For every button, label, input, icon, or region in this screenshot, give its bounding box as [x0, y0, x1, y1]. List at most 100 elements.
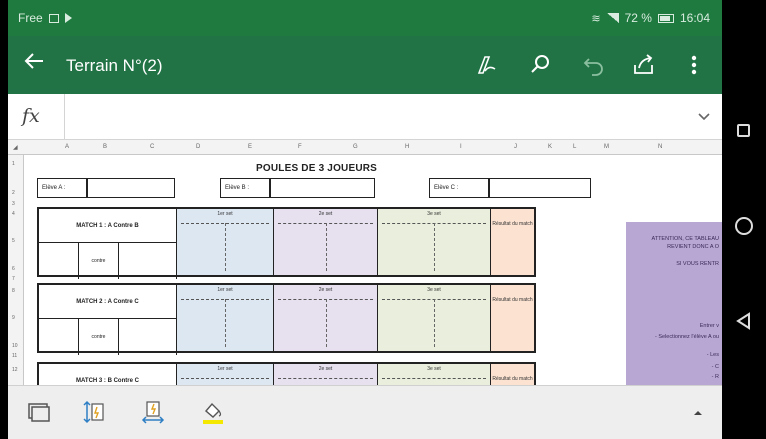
- notice-line: REVIENT DONC A O: [667, 244, 719, 250]
- notice-line: SI VOUS RENTR: [676, 261, 719, 267]
- set-2-cell[interactable]: 2e set: [274, 364, 378, 385]
- score-cell[interactable]: [39, 319, 79, 355]
- result-cell[interactable]: Résultat du match: [491, 364, 534, 385]
- chevron-down-icon[interactable]: [696, 108, 712, 124]
- row-header[interactable]: 2: [12, 190, 15, 196]
- score-cell[interactable]: [39, 243, 79, 279]
- set-header: 3e set: [427, 287, 441, 293]
- column-header[interactable]: H: [405, 144, 409, 150]
- back-triangle-icon[interactable]: [735, 312, 751, 330]
- eleve-c-field[interactable]: Elève C :: [429, 178, 591, 198]
- set-header: 1er set: [217, 366, 233, 372]
- match-1-block: MATCH 1 : A Contre B contre 1er set 2e s…: [37, 207, 536, 279]
- notice-line: Entrer v: [699, 323, 719, 329]
- spreadsheet-grid[interactable]: ◢ A B C D E F G H I J K L M N 1 2 3 4 5 …: [8, 140, 722, 385]
- formula-separator: [64, 94, 65, 140]
- excel-screen: Free ≋ 72 % 16:04 Terrain N°(2) fx ◢ A B…: [8, 0, 722, 439]
- column-header[interactable]: N: [658, 144, 662, 150]
- set-3-cell[interactable]: 3e set: [378, 285, 491, 351]
- result-cell[interactable]: Résultat du match: [491, 209, 534, 275]
- column-headers: ◢ A B C D E F G H I J K L M N: [8, 140, 722, 155]
- contre-label: contre: [79, 243, 119, 279]
- column-header[interactable]: D: [196, 144, 200, 150]
- set-header: 3e set: [427, 366, 441, 372]
- column-header[interactable]: E: [248, 144, 252, 150]
- column-header[interactable]: G: [353, 144, 358, 150]
- row-header[interactable]: 1: [12, 161, 15, 167]
- formula-input[interactable]: [72, 94, 672, 140]
- status-bar: Free ≋ 72 % 16:04: [8, 0, 722, 36]
- row-header[interactable]: 10: [12, 343, 18, 349]
- column-header[interactable]: C: [150, 144, 154, 150]
- notice-line: - C: [711, 364, 719, 370]
- search-icon[interactable]: [526, 51, 554, 79]
- fill-color-icon[interactable]: [200, 399, 226, 425]
- set-2-cell[interactable]: 2e set: [274, 209, 378, 275]
- battery-percent: 72 %: [624, 11, 652, 25]
- eleve-b-field[interactable]: Elève B :: [220, 178, 375, 198]
- column-header[interactable]: A: [65, 144, 69, 150]
- notice-line: - R: [711, 374, 719, 380]
- column-header[interactable]: B: [103, 144, 107, 150]
- clock: 16:04: [679, 11, 710, 25]
- undo-icon[interactable]: [580, 51, 608, 79]
- result-cell[interactable]: Résultat du match: [491, 285, 534, 351]
- row-header[interactable]: 12: [12, 367, 18, 373]
- draw-pen-icon[interactable]: [473, 51, 501, 79]
- match-name: MATCH 2 : A Contre C: [39, 285, 177, 319]
- notice-line: - Selectionnez l'élève A ou: [654, 334, 719, 340]
- recents-square-icon[interactable]: [737, 124, 750, 137]
- set-1-cell[interactable]: 1er set: [177, 285, 274, 351]
- notification-icon: [48, 13, 59, 23]
- row-header[interactable]: 7: [12, 276, 15, 282]
- set-header: 1er set: [217, 287, 233, 293]
- set-header: 2e set: [318, 287, 333, 293]
- notice-line: ATTENTION, CE TABLEAU: [651, 236, 719, 242]
- match-name: MATCH 3 : B Contre C: [39, 364, 177, 385]
- row-header[interactable]: 8: [12, 288, 15, 294]
- set-2-cell[interactable]: 2e set: [274, 285, 378, 351]
- app-bar: Terrain N°(2): [8, 36, 722, 94]
- column-header[interactable]: M: [604, 144, 609, 150]
- row-header[interactable]: 5: [12, 238, 15, 244]
- column-header[interactable]: F: [298, 144, 302, 150]
- set-1-cell[interactable]: 1er set: [177, 364, 274, 385]
- sheet-title: POULES DE 3 JOUEURS: [256, 163, 378, 174]
- eleve-a-field[interactable]: Elève A :: [37, 178, 175, 198]
- set-header: 3e set: [427, 211, 441, 217]
- share-icon[interactable]: [630, 51, 658, 79]
- set-header: 2e set: [318, 211, 333, 217]
- set-header: 1er set: [217, 211, 233, 217]
- column-header[interactable]: I: [460, 144, 462, 150]
- set-3-cell[interactable]: 3e set: [378, 209, 491, 275]
- signal-icon: [606, 13, 619, 23]
- column-header[interactable]: L: [573, 144, 576, 150]
- score-cell[interactable]: [119, 243, 177, 279]
- expand-up-icon[interactable]: [692, 406, 704, 418]
- wifi-icon: ≋: [591, 12, 601, 25]
- document-title: Terrain N°(2): [66, 56, 163, 75]
- row-header[interactable]: 6: [12, 266, 15, 272]
- eleve-a-label: Elève A :: [42, 185, 66, 191]
- notice-panel: ATTENTION, CE TABLEAU REVIENT DONC A O S…: [626, 222, 722, 385]
- score-cell[interactable]: [119, 319, 177, 355]
- more-vertical-icon[interactable]: [680, 51, 708, 79]
- set-3-cell[interactable]: 3e set: [378, 364, 491, 385]
- column-header[interactable]: J: [514, 144, 517, 150]
- row-header[interactable]: 9: [12, 315, 15, 321]
- eleve-b-label: Elève B :: [225, 185, 250, 191]
- select-sheet-icon[interactable]: [26, 399, 52, 425]
- row-header[interactable]: 4: [12, 211, 15, 217]
- match-2-block: MATCH 2 : A Contre C contre 1er set 2e s…: [37, 283, 536, 355]
- eleve-c-label: Elève C :: [434, 185, 459, 191]
- column-width-icon[interactable]: [140, 399, 166, 425]
- column-header[interactable]: K: [548, 144, 552, 150]
- set-1-cell[interactable]: 1er set: [177, 209, 274, 275]
- play-icon: [64, 13, 72, 23]
- row-header[interactable]: 3: [12, 201, 15, 207]
- row-height-icon[interactable]: [80, 399, 106, 425]
- home-circle-icon[interactable]: [735, 217, 753, 235]
- contre-label: contre: [79, 319, 119, 355]
- back-arrow-icon[interactable]: [20, 50, 48, 78]
- row-header[interactable]: 11: [12, 353, 17, 359]
